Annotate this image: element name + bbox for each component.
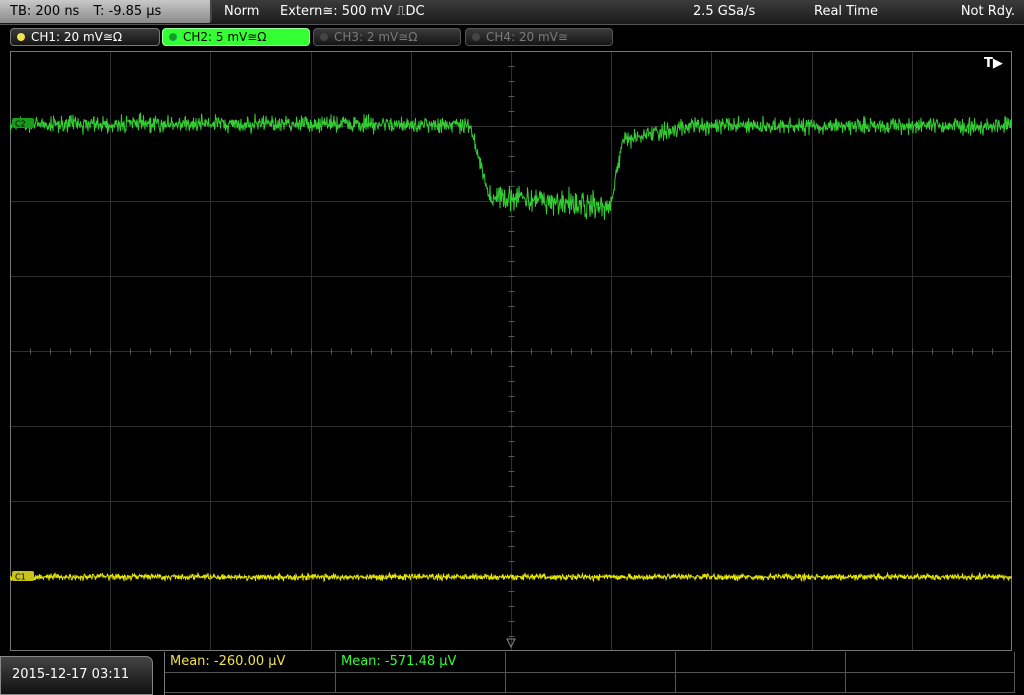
channel-3-button[interactable]: CH3: 2 mV≅Ω: [313, 28, 461, 46]
channel-4-dot-icon: [472, 33, 480, 41]
waveform-graticule: C2 C1 T▶: [10, 51, 1012, 651]
timebase-box[interactable]: TB: 200 ns T: -9.85 µs: [0, 0, 212, 23]
measurement-cell-empty[interactable]: [846, 652, 1015, 672]
channel-bar: CH1: 20 mV≅Ω CH2: 5 mV≅Ω CH3: 2 mV≅Ω CH4…: [0, 26, 1024, 48]
status-bar: TB: 200 ns T: -9.85 µs Norm Extern≅: 500…: [0, 0, 1024, 25]
channel-1-dot-icon: [17, 33, 25, 41]
acquisition-mode[interactable]: Real Time: [814, 0, 878, 24]
trigger-mode[interactable]: Norm: [224, 0, 259, 24]
measurement-row: Mean: -260.00 µV Mean: -571.48 µV: [165, 652, 1015, 673]
channel-1-button[interactable]: CH1: 20 mV≅Ω: [10, 28, 160, 46]
bottom-bar: 2015-12-17 03:11 Mean: -260.00 µV Mean: …: [0, 652, 1024, 695]
datetime-display: 2015-12-17 03:11: [0, 656, 153, 695]
trigger-position-marker[interactable]: T▶: [984, 56, 1003, 71]
channel-2-dot-icon: [169, 33, 177, 41]
measurement-table: Mean: -260.00 µV Mean: -571.48 µV: [164, 652, 1015, 695]
measurement-cell-empty[interactable]: [506, 672, 676, 692]
channel-1-marker-label: C1: [15, 573, 26, 582]
measurement-row: [165, 672, 1015, 693]
trigger-time-value: T: -9.85 µs: [93, 4, 162, 19]
ch2-mean-measurement[interactable]: Mean: -571.48 µV: [336, 652, 506, 672]
channel-3-label: CH3: 2 mV≅Ω: [334, 30, 418, 44]
channel-2-label: CH2: 5 mV≅Ω: [183, 30, 267, 44]
ch1-mean-measurement[interactable]: Mean: -260.00 µV: [165, 652, 336, 672]
measurement-cell-empty[interactable]: [676, 652, 846, 672]
channel-2-marker-label: C2: [15, 120, 26, 129]
channel-4-button[interactable]: CH4: 20 mV≅: [465, 28, 613, 46]
waveform-display[interactable]: C2 C1 T▶: [10, 51, 1012, 651]
measurement-cell-empty[interactable]: [676, 672, 846, 692]
measurement-cell-empty[interactable]: [846, 672, 1015, 692]
measurement-cell-empty[interactable]: [165, 672, 336, 692]
channel-1-marker[interactable]: C1: [12, 571, 34, 582]
trigger-source[interactable]: Extern≅: 500 mV ⎍DC: [280, 0, 425, 24]
channel-2-button[interactable]: CH2: 5 mV≅Ω: [162, 28, 310, 46]
run-state: Not Rdy.: [960, 4, 1015, 19]
channel-1-label: CH1: 20 mV≅Ω: [31, 30, 123, 44]
channel-2-marker[interactable]: C2: [12, 118, 34, 129]
sample-rate[interactable]: 2.5 GSa/s: [693, 0, 755, 24]
channel-3-dot-icon: [320, 33, 328, 41]
timebase-value: TB: 200 ns: [10, 4, 80, 19]
channel-4-label: CH4: 20 mV≅: [486, 30, 568, 44]
measurement-cell-empty[interactable]: [506, 652, 676, 672]
measurement-cell-empty[interactable]: [336, 672, 506, 692]
